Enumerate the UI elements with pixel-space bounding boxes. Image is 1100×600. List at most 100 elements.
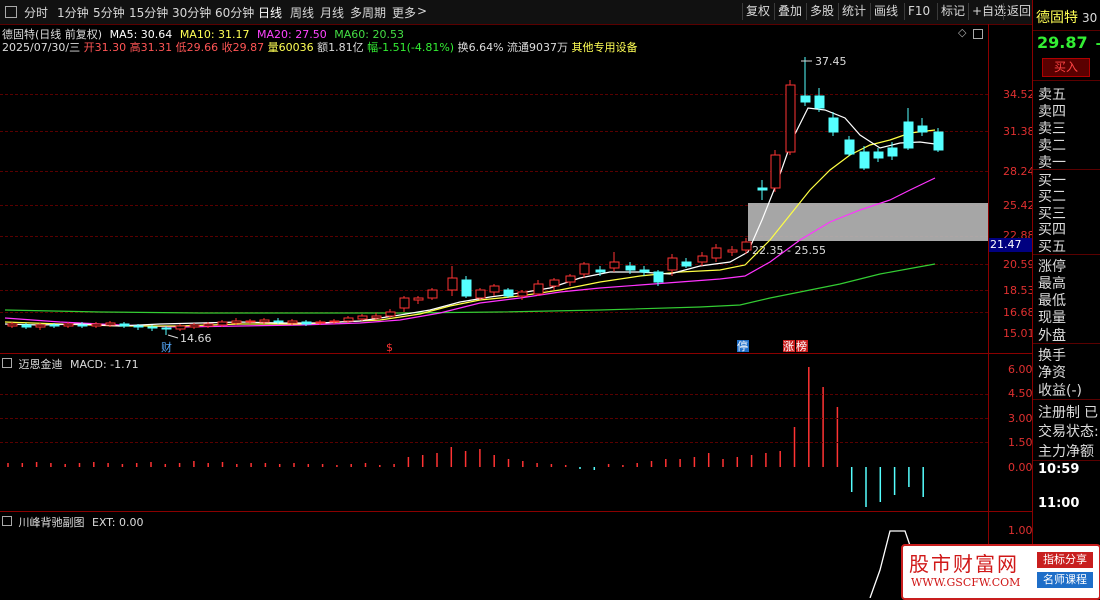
candle [287,320,298,324]
price-axis-tick: 20.59 [1003,258,1035,271]
candle [609,261,620,269]
macd-axis-tick: 3.00 [1008,412,1033,425]
candle [489,285,500,293]
candle [844,139,855,155]
candle [245,320,256,323]
candle [917,125,928,133]
sidebar-price: 29.87-1 [1037,33,1100,52]
candle [549,279,560,287]
stat-outer-volume: 外盘 [1038,328,1066,344]
back-button[interactable]: 返回 [1003,3,1034,20]
stat-trade-status: 交易状态: [1038,424,1099,440]
price-axis-tick: 18.53 [1003,284,1035,297]
watermark-name: 股市财富网 [909,552,1019,576]
current-price-tag: 21.47 [988,238,1034,252]
price-axis-tick: 15.01 [1003,327,1035,340]
ext-panel-title: 川峰背驰副图 EXT: 0.00 [2,514,144,530]
candle [828,117,839,133]
candle [903,121,914,149]
candle [105,322,116,326]
macd-value: MACD: -1.71 [70,358,139,371]
candle [653,271,664,283]
stat-registration: 注册制已 [1038,405,1098,421]
candle [371,315,382,319]
finance-marker: 财 [161,340,172,354]
candle [814,95,825,109]
ext-indicator-name[interactable]: 川峰背驰副图 [19,516,85,529]
watermark-box: 股市财富网 WWW.GSCFW.COM 指标分享 名师课程 [901,544,1100,600]
candle [7,323,18,327]
candle [800,95,811,103]
stat-main-net: 主力净额 [1038,444,1094,460]
candle [533,283,544,295]
candle [711,247,722,259]
candle [757,187,768,191]
candle [259,319,270,323]
candle [579,263,590,275]
candle [385,311,396,317]
candle [741,241,752,251]
candle [119,323,130,327]
candle [697,255,708,263]
price-axis-tick: 28.24 [1003,165,1035,178]
candle [63,323,74,327]
candle [49,324,60,327]
candle [503,289,514,297]
candle [427,289,438,299]
zone-label: 22.35 - 25.55 [752,244,826,257]
panel-collapse-icon[interactable] [2,516,12,526]
macd-axis-tick: 1.50 [1008,436,1033,449]
candle [625,265,636,271]
macd-axis-tick: 6.00 [1008,363,1033,376]
stat-current-volume: 现量 [1038,310,1066,326]
macd-axis-tick: 0.00 [1008,461,1033,474]
candle [189,324,200,328]
ranking-marker: 榜 [796,339,807,353]
candle [639,269,650,273]
stat-earnings: 收益(-) [1038,383,1082,399]
candle [595,269,606,273]
candle [35,324,46,328]
candle [461,279,472,297]
low-price-label: 14.66 [180,332,212,345]
candle [770,154,781,189]
candle [399,297,410,309]
candle [21,324,32,328]
candle [873,151,884,159]
candle [887,147,898,157]
panel-collapse-icon[interactable] [2,358,12,368]
candle [329,320,340,323]
ext-value: EXT: 0.00 [92,516,144,529]
candle [301,321,312,325]
high-price-label: 37.45 [815,55,847,68]
candle [273,320,284,323]
candle [447,277,458,291]
candle [933,131,944,151]
watermark-tag-course: 名师课程 [1037,572,1093,588]
price-axis-tick: 31.38 [1003,125,1035,138]
candle [203,323,214,327]
candle [859,151,870,169]
limitup-marker: 涨 [783,340,794,353]
candle [147,326,158,329]
tick-time: 11:00 [1038,496,1080,511]
price-axis-tick: 34.52 [1003,88,1035,101]
macd-indicator-name[interactable]: 迈恩金迪 [19,358,63,371]
stat-net-asset: 净资 [1038,365,1066,381]
buy-button[interactable]: 买入 [1042,58,1090,77]
sidebar-stock-name: 德固特 30 [1036,10,1098,26]
watermark-url: WWW.GSCFW.COM [911,576,1021,589]
candle [91,323,102,327]
candle [681,261,692,267]
candle [133,325,144,328]
orderbook-buy5: 买五 [1038,239,1066,255]
candle [231,320,242,324]
price-axis-tick: 25.42 [1003,199,1035,212]
watermark-tag-share: 指标分享 [1037,552,1093,568]
candle [357,315,368,320]
candle [343,317,354,322]
macd-axis-tick: 4.50 [1008,387,1033,400]
candle [315,321,326,324]
candle [727,249,738,253]
kline-chart[interactable]: 22.35 - 25.55 37.45 14.66 财 $ 停 涨 榜 [0,0,988,598]
